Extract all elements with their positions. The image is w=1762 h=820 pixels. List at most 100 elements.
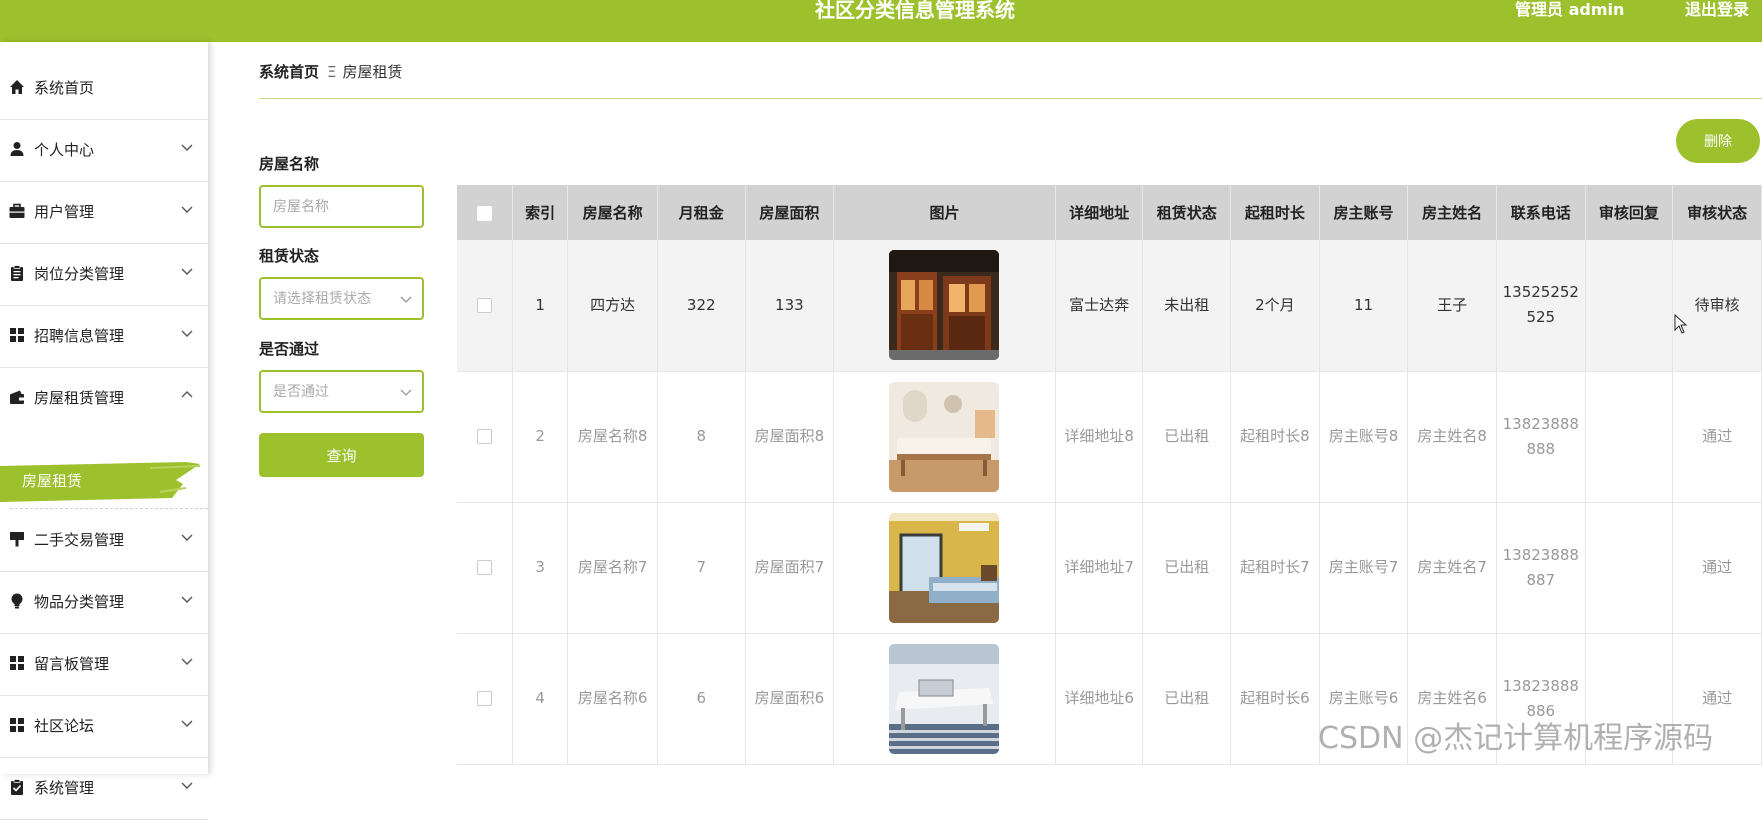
sidebar-item-label: 个人中心 — [34, 141, 95, 159]
duration-cell: 起租时长6 — [1230, 633, 1320, 765]
sidebar-item-label: 二手交易管理 — [34, 531, 125, 549]
row-checkbox[interactable] — [476, 691, 492, 706]
table-row[interactable]: 2 房屋名称8 8 房屋面积8 详细地址8 已出租 起租时长8 房主账号8 房主… — [457, 371, 1762, 503]
select-all-checkbox[interactable] — [476, 205, 492, 221]
sidebar-item-item-category[interactable]: 物品分类管理 — [0, 572, 208, 634]
column-header: 联系电话 — [1496, 185, 1586, 240]
name-cell: 房屋名称6 — [567, 633, 658, 765]
table-row[interactable]: 1 四方达 322 133 富士达奔 未出租 2个月 11 王子 1352525… — [457, 240, 1762, 372]
row-checkbox[interactable] — [476, 429, 492, 444]
index-cell: 3 — [512, 502, 569, 634]
sidebar-subitem-label: 房屋租赁 — [22, 472, 83, 490]
chevron-up-icon — [181, 391, 193, 398]
chevron-down-icon — [181, 330, 193, 337]
divider — [10, 508, 208, 509]
image-cell — [833, 633, 1056, 765]
sidebar-item-users[interactable]: 用户管理 — [0, 182, 208, 244]
account-cell: 11 — [1319, 240, 1409, 372]
column-header: 详细地址 — [1055, 185, 1144, 240]
app-title: 社区分类信息管理系统 — [815, 0, 1015, 22]
status-filter-label: 租赁状态 — [259, 247, 320, 265]
chevron-down-icon — [400, 296, 412, 303]
image-cell — [833, 240, 1056, 372]
status-cell: 未出租 — [1142, 240, 1232, 372]
breadcrumb-home[interactable]: 系统首页 — [259, 63, 319, 81]
reply-cell — [1585, 502, 1674, 634]
name-cell: 房屋名称8 — [567, 371, 658, 503]
chevron-down-icon — [400, 389, 412, 396]
duration-cell: 起租时长7 — [1230, 502, 1320, 634]
sidebar-item-home[interactable]: 系统首页 — [0, 58, 208, 120]
check-clipboard-icon — [11, 779, 23, 795]
sidebar-item-system[interactable]: 系统管理 — [0, 758, 208, 820]
column-header: 月租金 — [657, 185, 746, 240]
row-select-cell — [457, 371, 513, 503]
sidebar-item-job-category[interactable]: 岗位分类管理 — [0, 244, 208, 306]
index-cell: 2 — [512, 371, 569, 503]
yellow-bedroom-thumbnail[interactable] — [889, 512, 1000, 623]
rental-table: 索引 房屋名称 月租金 房屋面积 图片 详细地址 租赁状态 起租时长 房主账号 … — [457, 185, 1762, 765]
logout-link[interactable]: 退出登录 — [1685, 0, 1749, 20]
watermark: CSDN @杰记计算机程序源码 — [1318, 721, 1714, 756]
rent-cell: 7 — [657, 502, 746, 634]
phone-cell: 13525252525 — [1496, 240, 1586, 372]
pass-status-select[interactable]: 是否通过 — [259, 370, 424, 413]
audit-cell: 通过 — [1672, 371, 1762, 503]
duration-cell: 2个月 — [1230, 240, 1320, 372]
chevron-down-icon — [181, 720, 193, 727]
row-select-cell — [457, 502, 513, 634]
clipboard-icon — [11, 265, 23, 281]
column-header: 索引 — [512, 185, 569, 240]
bedroom-thumbnail[interactable] — [889, 381, 1000, 492]
sidebar-item-label: 系统首页 — [34, 79, 95, 97]
row-checkbox[interactable] — [476, 297, 492, 313]
column-header: 起租时长 — [1230, 185, 1320, 240]
index-cell: 4 — [512, 633, 569, 765]
wallet-icon — [10, 390, 24, 404]
image-cell — [833, 502, 1056, 634]
rent-cell: 322 — [657, 240, 746, 372]
owner-cell: 房主姓名7 — [1407, 502, 1497, 634]
area-cell: 房屋面积8 — [745, 371, 835, 503]
sidebar-item-label: 岗位分类管理 — [34, 265, 125, 283]
home-icon — [10, 80, 24, 94]
column-header: 房主账号 — [1319, 185, 1409, 240]
sidebar-item-label: 留言板管理 — [34, 655, 110, 673]
row-checkbox[interactable] — [476, 560, 492, 575]
owner-cell: 房主姓名8 — [1407, 371, 1497, 503]
rental-status-select[interactable]: 请选择租赁状态 — [259, 277, 424, 320]
sidebar-item-personal-center[interactable]: 个人中心 — [0, 120, 208, 182]
table-row[interactable]: 3 房屋名称7 7 房屋面积7 详细地址7 已出租 起租时长7 房主账号7 房主… — [457, 502, 1762, 634]
bulb-icon — [11, 593, 23, 609]
phone-cell: 13823888888 — [1496, 371, 1586, 503]
chevron-down-icon — [181, 782, 193, 789]
column-header: 审核状态 — [1672, 185, 1762, 240]
sidebar-item-label: 用户管理 — [34, 203, 95, 221]
house-thumbnail[interactable] — [889, 250, 1000, 361]
admin-label: 管理员 admin — [1515, 0, 1625, 19]
rental-status-placeholder: 请选择租赁状态 — [273, 291, 371, 307]
breadcrumb-divider — [259, 98, 1762, 99]
image-cell — [833, 371, 1056, 503]
address-cell: 详细地址7 — [1055, 502, 1144, 634]
sidebar-item-forum[interactable]: 社区论坛 — [0, 696, 208, 758]
sidebar-item-house-rental[interactable]: 房屋租赁管理 — [0, 368, 208, 430]
sidebar-item-second-hand[interactable]: 二手交易管理 — [0, 510, 208, 572]
sidebar-item-recruitment[interactable]: 招聘信息管理 — [0, 306, 208, 368]
rent-cell: 8 — [657, 371, 746, 503]
address-cell: 富士达奔 — [1055, 240, 1144, 372]
area-cell: 房屋面积6 — [745, 633, 835, 765]
pass-filter-label: 是否通过 — [259, 340, 320, 358]
laptop-desk-thumbnail[interactable] — [889, 643, 1000, 754]
name-search-input[interactable] — [259, 185, 424, 228]
sidebar-item-message-board[interactable]: 留言板管理 — [0, 634, 208, 696]
address-cell: 详细地址8 — [1055, 371, 1144, 503]
sidebar: 系统首页 个人中心 用户管理 岗位分类管理 招聘信息管理 房屋租赁管理 房屋租赁 — [0, 42, 208, 820]
top-bar: 社区分类信息管理系统 管理员 admin 退出登录 — [0, 0, 1762, 42]
duration-cell: 起租时长8 — [1230, 371, 1320, 503]
pass-status-placeholder: 是否通过 — [273, 384, 329, 400]
table-header-row: 索引 房屋名称 月租金 房屋面积 图片 详细地址 租赁状态 起租时长 房主账号 … — [457, 185, 1762, 240]
sidebar-subitem-house-rental[interactable]: 房屋租赁 — [0, 458, 208, 508]
query-button[interactable]: 查询 — [259, 433, 424, 477]
delete-button[interactable]: 删除 — [1676, 119, 1760, 163]
